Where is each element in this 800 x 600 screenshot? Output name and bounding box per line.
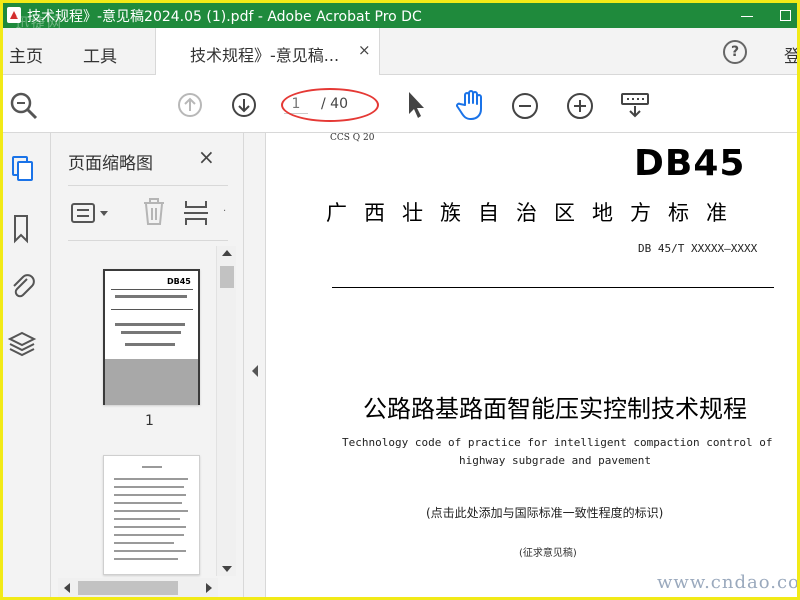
document-title: 公路路基路面智能压实控制技术规程 bbox=[363, 395, 747, 423]
horizontal-scrollbar[interactable] bbox=[58, 578, 218, 597]
thumbnail-shade bbox=[105, 359, 198, 405]
thumbnail-header: DB45 bbox=[167, 277, 191, 286]
close-tab-button[interactable]: × bbox=[358, 41, 371, 59]
insert-page-icon[interactable] bbox=[182, 199, 210, 231]
scroll-right-icon[interactable] bbox=[206, 583, 212, 593]
navigation-rail bbox=[3, 133, 51, 597]
thumbnail-text bbox=[115, 323, 185, 326]
thumbnail-text bbox=[121, 331, 181, 334]
thumbnail-text bbox=[114, 558, 178, 560]
thumbnail-text bbox=[114, 494, 186, 496]
thumbnails-panel: 页面缩略图 × · DB45 1 bbox=[51, 133, 244, 597]
zoom-out-icon[interactable] bbox=[511, 92, 539, 124]
more-tools-icon[interactable]: · bbox=[223, 206, 226, 217]
scroll-down-icon[interactable] bbox=[222, 566, 232, 572]
divider bbox=[332, 287, 774, 288]
page-thumbnail[interactable] bbox=[103, 455, 200, 575]
thumbnail-page-label: 1 bbox=[145, 413, 154, 429]
zoom-in-icon[interactable] bbox=[566, 92, 594, 124]
standard-number: DB 45/T XXXXX—XXXX bbox=[638, 242, 758, 255]
title-bar: 技术规程》-意见稿2024.05 (1).pdf - Adobe Acrobat… bbox=[3, 3, 797, 32]
vertical-scrollbar[interactable] bbox=[216, 246, 236, 576]
annotation-circle bbox=[281, 88, 379, 122]
thumbnail-line bbox=[111, 289, 193, 290]
document-view: CCS Q 20 DB45 广西壮族自治区地方标准 DB 45/T XXXXX—… bbox=[266, 133, 797, 597]
collapse-panel-handle[interactable] bbox=[244, 133, 266, 597]
thumbnail-text bbox=[125, 343, 175, 346]
read-mode-icon[interactable] bbox=[620, 91, 650, 123]
draft-label: (征求意见稿) bbox=[519, 548, 577, 559]
chevron-left-icon bbox=[252, 365, 258, 377]
tab-home[interactable]: 主页 bbox=[9, 42, 43, 67]
tab-tools[interactable]: 工具 bbox=[83, 42, 117, 67]
close-panel-button[interactable]: × bbox=[198, 145, 215, 169]
english-title-line2: highway subgrade and pavement bbox=[459, 454, 652, 467]
select-arrow-icon[interactable] bbox=[405, 90, 427, 124]
previous-page-icon[interactable] bbox=[177, 92, 203, 122]
scroll-left-icon[interactable] bbox=[64, 583, 70, 593]
sign-in-button[interactable]: 登 bbox=[784, 42, 797, 67]
toolbar: / 40 bbox=[3, 76, 797, 133]
tab-bar: 主页 工具 技术规程》-意见稿... × ? 登 bbox=[3, 28, 797, 75]
maximize-button[interactable] bbox=[780, 10, 791, 21]
thumbnail-text bbox=[114, 510, 188, 512]
thumbnail-text bbox=[114, 518, 180, 520]
thumbnail-text bbox=[114, 542, 174, 544]
options-menu-icon[interactable] bbox=[70, 202, 112, 230]
thumbnail-toolbar: · bbox=[68, 185, 228, 241]
document-tab-label: 技术规程》-意见稿... bbox=[190, 46, 340, 65]
help-button[interactable]: ? bbox=[723, 40, 747, 64]
next-page-icon[interactable] bbox=[231, 92, 257, 122]
thumbnail-text bbox=[114, 534, 184, 536]
thumbnail-text bbox=[114, 502, 182, 504]
consistency-note[interactable]: (点击此处添加与国际标准一致性程度的标识) bbox=[426, 504, 663, 521]
english-title-line1: Technology code of practice for intellig… bbox=[342, 436, 773, 449]
hand-icon[interactable] bbox=[456, 89, 486, 125]
thumbnail-text bbox=[114, 486, 184, 488]
thumbnail-text bbox=[114, 550, 186, 552]
bookmark-icon[interactable] bbox=[7, 213, 37, 249]
thumbnail-text bbox=[114, 526, 186, 528]
page-thumbnail[interactable]: DB45 bbox=[103, 269, 200, 405]
scroll-thumb[interactable] bbox=[78, 581, 178, 595]
thumbnail-line bbox=[111, 309, 193, 310]
attachment-icon[interactable] bbox=[7, 269, 37, 305]
db-logo: DB45 bbox=[634, 143, 746, 184]
tab-document[interactable]: 技术规程》-意见稿... × bbox=[155, 28, 380, 75]
panel-title: 页面缩略图 bbox=[68, 154, 153, 174]
layers-icon[interactable] bbox=[7, 329, 37, 365]
scroll-up-icon[interactable] bbox=[222, 250, 232, 256]
thumbnail-text bbox=[115, 295, 187, 298]
thumbnail-text bbox=[114, 478, 188, 480]
scroll-thumb[interactable] bbox=[220, 266, 234, 288]
find-zoom-icon[interactable] bbox=[9, 91, 39, 125]
minimize-button[interactable] bbox=[740, 9, 754, 23]
site-watermark: www.cndao.com bbox=[657, 572, 800, 593]
thumbnail-text bbox=[142, 466, 162, 468]
acrobat-window: 技术规程》-意见稿2024.05 (1).pdf - Adobe Acrobat… bbox=[0, 0, 800, 600]
standard-title: 广西壮族自治区地方标准 bbox=[326, 201, 744, 225]
delete-page-icon[interactable] bbox=[142, 198, 166, 230]
window-title: 技术规程》-意见稿2024.05 (1).pdf - Adobe Acrobat… bbox=[27, 9, 422, 25]
pages-icon[interactable] bbox=[7, 153, 37, 189]
ccs-code: CCS Q 20 bbox=[330, 133, 375, 143]
